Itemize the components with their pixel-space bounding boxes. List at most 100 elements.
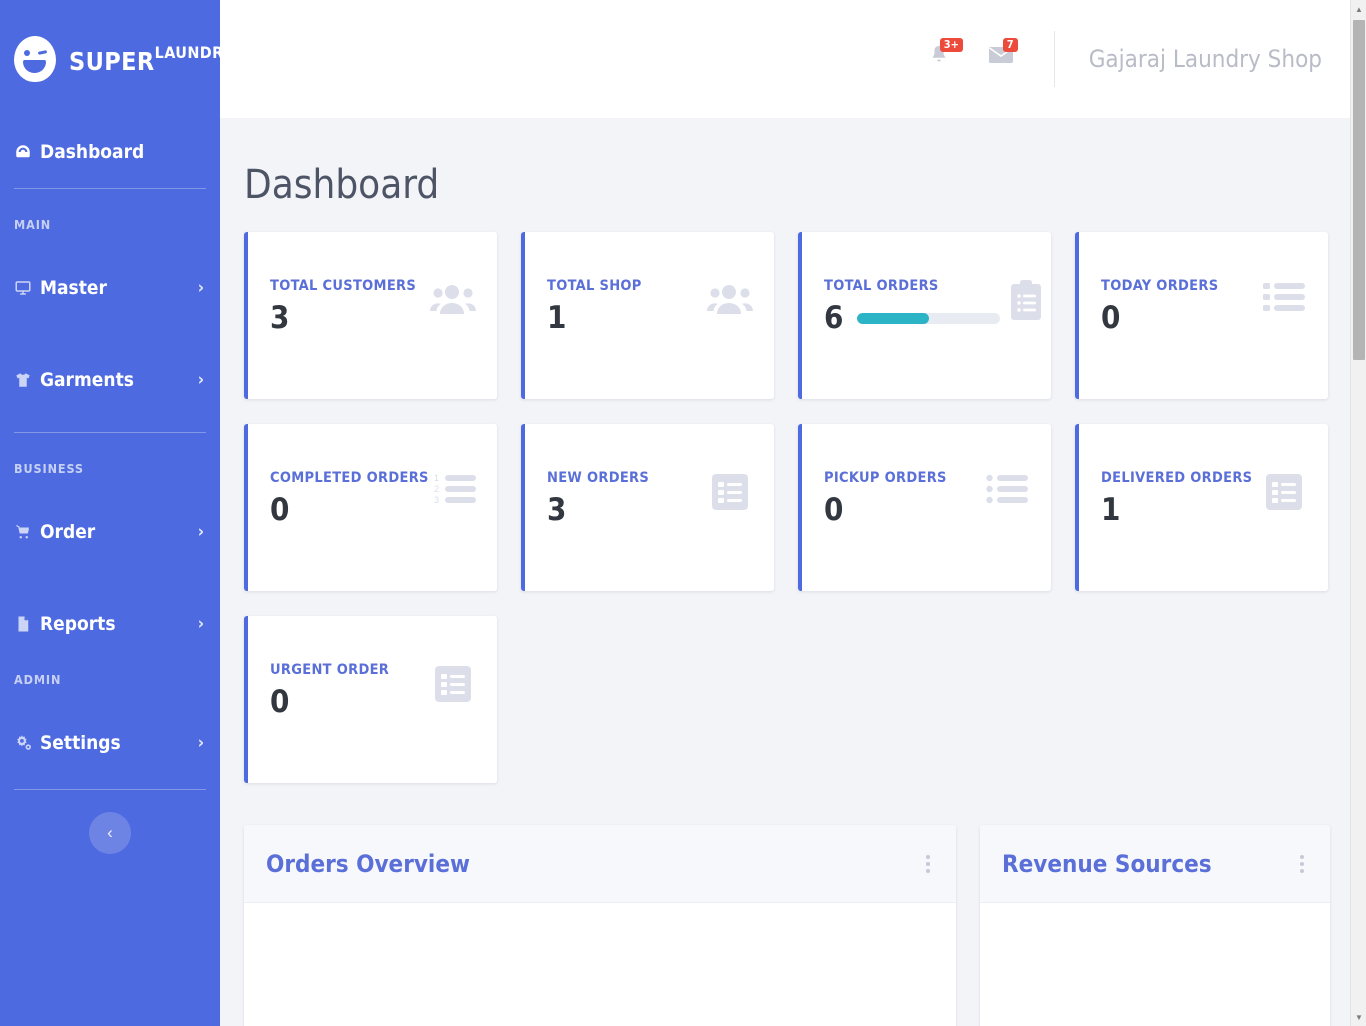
brand-logo-block[interactable]: SUPERLAUNDRY	[0, 0, 220, 118]
stat-card-total-orders[interactable]: TOTAL ORDERS 6	[798, 232, 1051, 399]
stat-card-label: NEW ORDERS	[547, 470, 650, 486]
notifications-button[interactable]: 3+	[928, 38, 963, 75]
sidebar-item-label-dashboard: Dashboard	[40, 141, 145, 163]
sidebar-item-reports[interactable]: Reports ›	[0, 602, 220, 646]
sidebar-item-label-settings: Settings	[40, 732, 121, 754]
brand-title: SUPERLAUNDRY	[69, 43, 220, 76]
stat-card-label: PICKUP ORDERS	[824, 470, 947, 486]
speedometer-icon	[14, 143, 40, 161]
stat-cards: TOTAL CUSTOMERS 3 TOTAL SHOP 1 TOTAL ORD…	[244, 232, 1336, 783]
users-group-icon	[704, 278, 756, 399]
panel-orders-overview: Orders Overview	[244, 825, 956, 1026]
winking-face-logo-icon	[14, 36, 60, 82]
clipboard-list-icon	[1000, 278, 1052, 399]
page-scrollbar[interactable]: ▲ ▼	[1350, 0, 1366, 1026]
stat-card-urgent-order[interactable]: URGENT ORDER 0	[244, 616, 497, 783]
sidebar-divider-2	[14, 432, 206, 433]
gears-icon	[14, 734, 40, 753]
stat-card-label: TOTAL CUSTOMERS	[270, 278, 417, 294]
sidebar-divider-1	[14, 188, 206, 189]
total-orders-progress-bar	[857, 313, 1001, 324]
stat-card-value: 1	[547, 300, 567, 336]
topbar-divider	[1053, 31, 1055, 87]
table-list-icon	[427, 662, 479, 783]
chevron-right-icon: ›	[197, 370, 204, 390]
stat-card-label: TODAY ORDERS	[1101, 278, 1219, 294]
stat-card-label: TOTAL SHOP	[547, 278, 642, 294]
chevron-right-icon: ›	[197, 614, 204, 634]
bullet-list-icon	[1258, 278, 1310, 399]
sidebar-item-garments[interactable]: Garments ›	[0, 358, 220, 402]
panel-title: Orders Overview	[266, 849, 470, 878]
stat-card-label: URGENT ORDER	[270, 662, 390, 678]
scroll-up-arrow-icon[interactable]: ▲	[1351, 0, 1366, 18]
scroll-down-arrow-icon[interactable]: ▼	[1351, 1008, 1366, 1026]
stat-card-value: 3	[270, 300, 290, 336]
users-group-icon	[427, 278, 479, 399]
scrollbar-thumb[interactable]	[1353, 20, 1365, 360]
table-list-icon	[1258, 470, 1310, 591]
panel-header: Orders Overview	[244, 825, 956, 903]
stat-card-value: 1	[1101, 492, 1121, 528]
stat-card-delivered-orders[interactable]: DELIVERED ORDERS 1	[1075, 424, 1328, 591]
dashboard-page: SUPERLAUNDRY Dashboard MAIN Master › Gar…	[0, 0, 1366, 1026]
stat-card-total-shop[interactable]: TOTAL SHOP 1	[521, 232, 774, 399]
numbered-list-icon: 123	[429, 470, 481, 591]
stat-card-label: DELIVERED ORDERS	[1101, 470, 1253, 486]
chevron-left-icon: ‹	[107, 823, 113, 842]
topbar: 3+ 7 Gajaraj Laundry Shop	[220, 0, 1366, 118]
messages-badge: 7	[1002, 38, 1018, 52]
panel-revenue-sources: Revenue Sources	[980, 825, 1330, 1026]
bell-icon	[928, 45, 950, 71]
sidebar-item-label-garments: Garments	[40, 369, 134, 391]
sidebar-divider-3	[14, 789, 206, 790]
sidebar-item-master[interactable]: Master ›	[0, 266, 220, 310]
sidebar: SUPERLAUNDRY Dashboard MAIN Master › Gar…	[0, 0, 220, 1026]
svg-text:3: 3	[434, 495, 439, 505]
kebab-menu-icon[interactable]	[1296, 849, 1308, 879]
monitor-icon	[14, 279, 40, 297]
brand-secondary: LAUNDRY	[154, 42, 220, 62]
page-title: Dashboard	[244, 162, 440, 208]
stat-card-label: COMPLETED ORDERS	[270, 470, 429, 486]
stat-card-total-customers[interactable]: TOTAL CUSTOMERS 3	[244, 232, 497, 399]
kebab-menu-icon[interactable]	[922, 849, 934, 879]
sidebar-collapse-button[interactable]: ‹	[89, 812, 131, 854]
content-area: Dashboard TOTAL CUSTOMERS 3 TOTAL SHOP 1…	[220, 162, 1366, 1026]
stat-card-value: 0	[1101, 300, 1121, 336]
main-content: 3+ 7 Gajaraj Laundry Shop Dashboard TOTA…	[220, 0, 1366, 1026]
stat-card-value: 6	[824, 300, 844, 336]
sidebar-section-admin: ADMIN	[14, 672, 62, 687]
messages-button[interactable]: 7	[988, 38, 1018, 75]
panels-row: Orders Overview Revenue Sources	[244, 825, 1336, 1026]
stat-card-pickup-orders[interactable]: PICKUP ORDERS 0	[798, 424, 1051, 591]
sidebar-item-label-order: Order	[40, 521, 96, 543]
stat-card-value: 3	[547, 492, 567, 528]
stat-card-completed-orders[interactable]: COMPLETED ORDERS 0 123	[244, 424, 497, 591]
sidebar-section-main: MAIN	[14, 217, 52, 232]
chevron-right-icon: ›	[197, 522, 204, 542]
stat-card-value: 0	[824, 492, 844, 528]
envelope-icon	[988, 47, 1014, 69]
stat-card-today-orders[interactable]: TODAY ORDERS 0	[1075, 232, 1328, 399]
shop-name[interactable]: Gajaraj Laundry Shop	[1089, 45, 1322, 73]
sidebar-item-label-reports: Reports	[40, 613, 116, 635]
panel-body	[244, 903, 956, 1026]
svg-text:1: 1	[434, 473, 439, 483]
sidebar-item-order[interactable]: Order ›	[0, 510, 220, 554]
svg-text:2: 2	[434, 484, 439, 494]
chevron-right-icon: ›	[197, 733, 204, 753]
table-list-icon	[704, 470, 756, 591]
sidebar-item-dashboard[interactable]: Dashboard	[0, 130, 220, 174]
stat-card-value: 0	[270, 492, 290, 528]
panel-header: Revenue Sources	[980, 825, 1330, 903]
tshirt-icon	[14, 371, 40, 389]
stat-card-new-orders[interactable]: NEW ORDERS 3	[521, 424, 774, 591]
document-icon	[14, 615, 40, 633]
notifications-badge: 3+	[939, 38, 963, 52]
sidebar-item-settings[interactable]: Settings ›	[0, 721, 220, 765]
sidebar-item-label-master: Master	[40, 277, 107, 299]
stat-card-label: TOTAL ORDERS	[824, 278, 939, 294]
brand-primary: SUPER	[69, 46, 155, 76]
bullet-list-icon	[981, 470, 1033, 591]
